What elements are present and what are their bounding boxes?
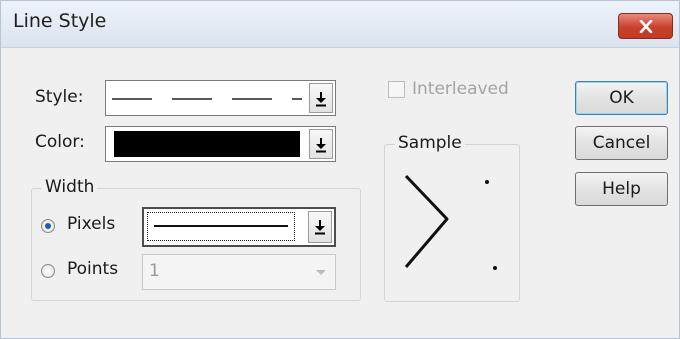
sample-preview (404, 174, 497, 270)
pixels-label[interactable]: Pixels (67, 214, 115, 234)
pixels-focus-rect (147, 212, 295, 241)
close-x-icon (639, 20, 653, 33)
pixels-dropdown[interactable] (142, 207, 336, 247)
close-button[interactable] (618, 13, 673, 39)
style-label: Style: (35, 87, 84, 107)
title-bar[interactable]: Line Style (1, 1, 679, 48)
style-dropdown[interactable] (105, 80, 336, 116)
cancel-button[interactable]: Cancel (575, 126, 668, 160)
color-label: Color: (35, 132, 85, 152)
arrow-down-icon (316, 138, 326, 153)
interleaved-checkbox[interactable] (388, 81, 405, 98)
line-style-dialog: Line Style Style: Color: Width Pixels Po… (0, 0, 680, 339)
ok-button[interactable]: OK (575, 81, 668, 115)
style-dropdown-arrow[interactable] (309, 83, 333, 113)
interleaved-label[interactable]: Interleaved (412, 79, 509, 99)
points-dropdown[interactable]: 1 (142, 254, 336, 290)
help-button[interactable]: Help (575, 172, 668, 206)
dashed-line-preview (112, 98, 302, 100)
arrow-down-icon (316, 92, 326, 107)
chevron-down-icon (316, 270, 326, 275)
pixels-radio[interactable] (41, 219, 55, 233)
dialog-title: Line Style (13, 10, 107, 32)
solid-line-preview (154, 225, 288, 227)
arrow-down-icon (315, 220, 325, 235)
color-swatch (114, 131, 300, 157)
width-group-title: Width (42, 177, 98, 197)
color-dropdown-arrow[interactable] (309, 129, 333, 159)
points-value: 1 (149, 261, 160, 281)
sample-group-title: Sample (395, 133, 465, 153)
pixels-dropdown-arrow[interactable] (308, 211, 332, 243)
points-label[interactable]: Points (67, 259, 118, 279)
points-radio[interactable] (41, 264, 55, 278)
color-dropdown[interactable] (105, 126, 336, 162)
